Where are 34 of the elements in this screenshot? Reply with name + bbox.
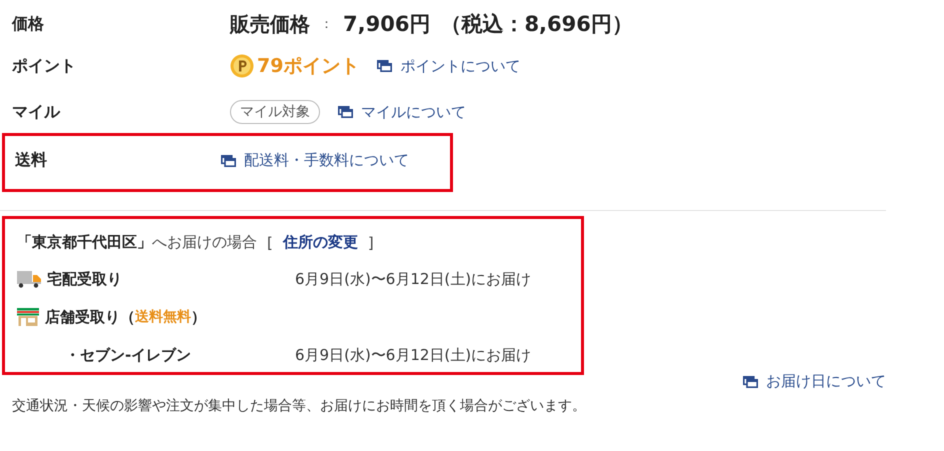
- price: 7,906円: [343, 11, 430, 38]
- row-label: マイル: [12, 102, 60, 122]
- delivery-destination: 「東京都千代田区」へお届けの場合: [17, 233, 257, 252]
- delivery-date: 6月9日(水)〜6月12日(土)にお届け: [295, 270, 532, 288]
- popup-window-icon: [377, 60, 392, 72]
- separator: ：: [320, 16, 333, 33]
- tax-included-price: （税込：8,696円）: [440, 11, 633, 38]
- store-icon: [17, 308, 39, 326]
- change-address-link[interactable]: 住所の変更: [282, 233, 358, 252]
- miles-info-link[interactable]: マイルについて: [338, 102, 466, 122]
- miles-eligible-badge: マイル対象: [230, 100, 320, 124]
- bracket: [: [267, 234, 273, 252]
- row-label: 送料: [15, 150, 47, 171]
- shipping-fee-info-link[interactable]: 配送料・手数料について: [221, 151, 409, 170]
- popup-window-icon: [338, 106, 353, 118]
- delivery-date-info-link[interactable]: お届け日について: [743, 372, 886, 391]
- truck-icon: [17, 270, 41, 288]
- delivery-date: 6月9日(水)〜6月12日(土)にお届け: [295, 346, 532, 364]
- price-label: 販売価格: [230, 10, 310, 38]
- bracket: ]: [368, 234, 374, 252]
- popup-window-icon: [743, 376, 758, 388]
- point-coin-icon: [230, 54, 254, 78]
- delivery-method: 店舗受取り: [45, 308, 120, 326]
- row-label: ポイント: [12, 56, 76, 76]
- delivery-method: 宅配受取り: [47, 270, 122, 288]
- delivery-notice: 交通状況・天候の影響や注文が集中した場合等、お届けにお時間を頂く場合がございます。: [12, 397, 587, 415]
- store-name: ・セブン-イレブン: [65, 346, 192, 364]
- free-shipping-label: 送料無料: [135, 308, 191, 326]
- row-label: 価格: [12, 14, 44, 34]
- points-earned: 79ポイント: [257, 54, 360, 79]
- popup-window-icon: [221, 154, 236, 166]
- points-info-link[interactable]: ポイントについて: [377, 56, 520, 76]
- parenthesis: ）: [191, 308, 206, 326]
- parenthesis: （: [120, 308, 135, 326]
